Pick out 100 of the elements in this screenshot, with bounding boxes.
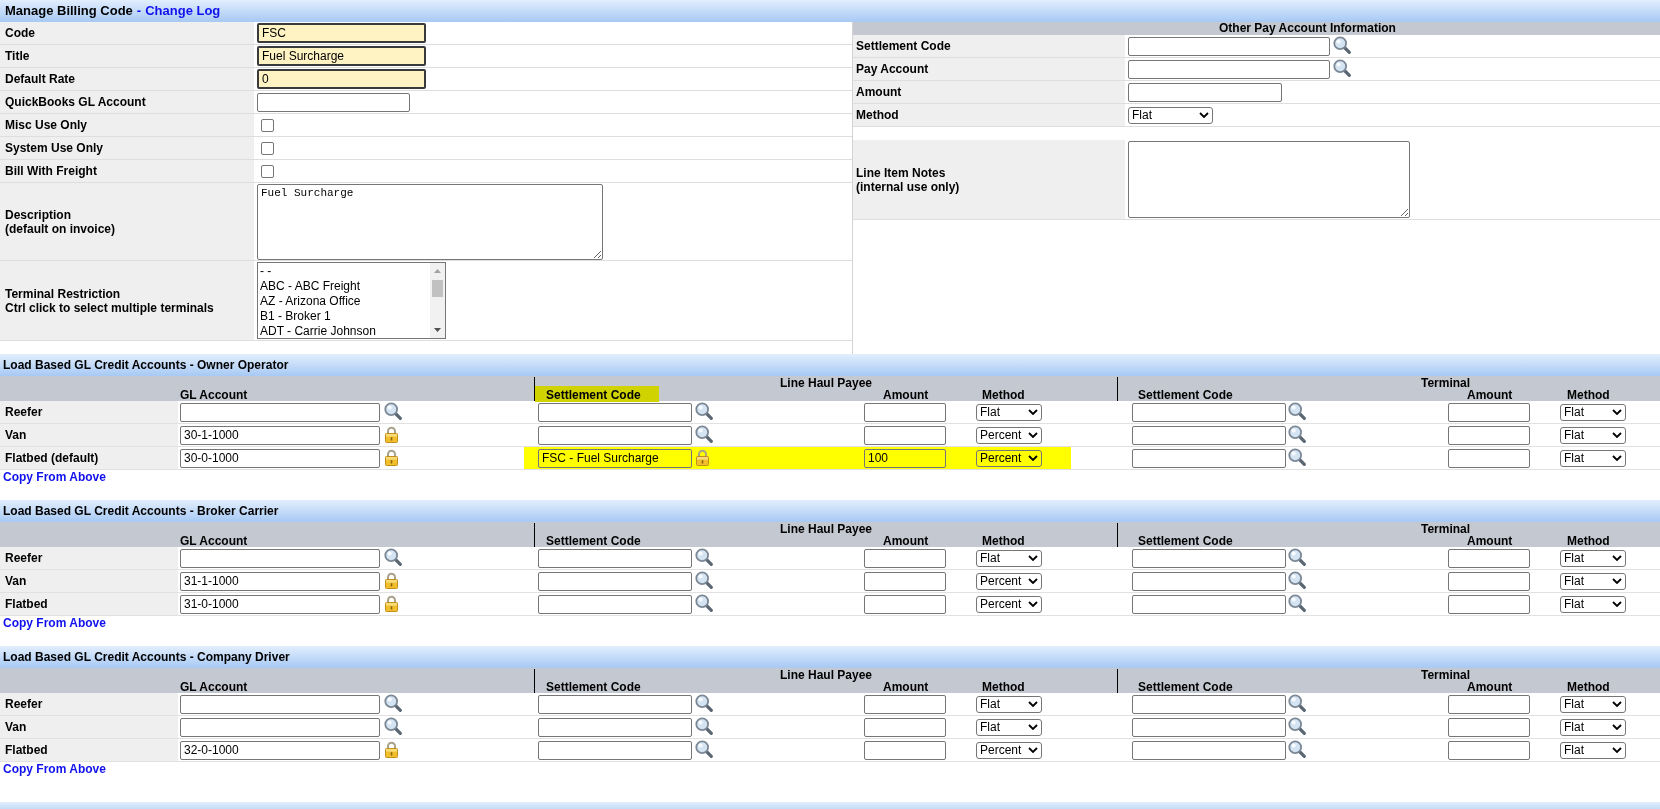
search-icon[interactable] — [695, 717, 713, 735]
text-input[interactable] — [1128, 59, 1330, 79]
text-input[interactable] — [864, 571, 946, 591]
text-input[interactable] — [1132, 571, 1286, 591]
text-input[interactable] — [1448, 694, 1530, 714]
search-icon[interactable] — [1333, 36, 1351, 54]
method-select[interactable]: Percent — [976, 741, 1042, 759]
text-input[interactable] — [180, 402, 380, 422]
search-icon[interactable] — [1288, 694, 1306, 712]
text-input[interactable] — [1132, 548, 1286, 568]
copy-from-above-link[interactable]: Copy From Above — [3, 617, 106, 630]
method-select[interactable]: Flat — [976, 718, 1042, 736]
search-icon[interactable] — [695, 425, 713, 443]
copy-from-above-link[interactable]: Copy From Above — [3, 471, 106, 484]
text-input[interactable] — [1448, 402, 1530, 422]
text-input[interactable] — [1132, 694, 1286, 714]
text-input[interactable] — [864, 402, 946, 422]
text-input[interactable] — [538, 548, 692, 568]
text-input[interactable] — [1132, 717, 1286, 737]
text-input[interactable] — [538, 717, 692, 737]
text-input[interactable]: 30-0-1000 — [180, 448, 380, 468]
text-input[interactable] — [1448, 571, 1530, 591]
scrollbar-thumb[interactable] — [432, 280, 443, 297]
text-input[interactable] — [538, 694, 692, 714]
text-input[interactable] — [538, 425, 692, 445]
method-select[interactable]: Flat — [976, 403, 1042, 421]
search-icon[interactable] — [1288, 548, 1306, 566]
search-icon[interactable] — [1288, 425, 1306, 443]
text-input[interactable] — [538, 571, 692, 591]
search-icon[interactable] — [695, 548, 713, 566]
text-input[interactable] — [180, 717, 380, 737]
text-input[interactable] — [1132, 740, 1286, 760]
text-input[interactable]: Fuel Surcharge — [257, 46, 426, 66]
text-input[interactable]: 0 — [257, 69, 426, 89]
scrollbar[interactable] — [430, 263, 445, 338]
text-input[interactable] — [1128, 82, 1282, 102]
search-icon[interactable] — [1288, 571, 1306, 589]
method-select[interactable]: Flat — [1560, 718, 1626, 736]
method-select[interactable]: Flat — [1128, 106, 1213, 124]
search-icon[interactable] — [1333, 59, 1351, 77]
text-input[interactable] — [1448, 594, 1530, 614]
padlock-icon[interactable] — [384, 426, 399, 443]
search-icon[interactable] — [695, 594, 713, 612]
listbox[interactable]: - - ABC - ABC Freight AZ - Arizona Office B1 - Broker 1 ADT - Carrie Johnson — [257, 262, 446, 339]
textarea-field[interactable] — [1128, 141, 1410, 218]
text-input[interactable]: FSC — [257, 23, 426, 43]
search-icon[interactable] — [384, 548, 402, 566]
text-input[interactable] — [1448, 740, 1530, 760]
method-select[interactable]: Percent — [976, 426, 1042, 444]
text-input[interactable] — [538, 594, 692, 614]
text-input[interactable] — [257, 92, 410, 112]
method-select[interactable]: Flat — [976, 549, 1042, 567]
text-input[interactable] — [1132, 594, 1286, 614]
text-input[interactable] — [864, 548, 946, 568]
search-icon[interactable] — [1288, 717, 1306, 735]
text-input[interactable] — [1448, 425, 1530, 445]
text-input[interactable] — [1448, 548, 1530, 568]
text-input[interactable] — [864, 717, 946, 737]
listbox-option[interactable]: B1 - Broker 1 — [260, 309, 430, 324]
method-select[interactable]: Flat — [1560, 426, 1626, 444]
text-input[interactable] — [1448, 717, 1530, 737]
listbox-option[interactable]: ABC - ABC Freight — [260, 279, 430, 294]
text-input[interactable]: 100 — [864, 448, 946, 468]
text-input[interactable] — [864, 594, 946, 614]
search-icon[interactable] — [695, 402, 713, 420]
method-select[interactable]: Percent — [976, 595, 1042, 613]
text-input[interactable] — [1128, 36, 1330, 56]
scroll-down-arrow-icon[interactable] — [434, 328, 441, 332]
listbox-option[interactable]: - - — [260, 264, 430, 279]
padlock-icon[interactable] — [695, 449, 710, 466]
text-input[interactable] — [864, 740, 946, 760]
text-input[interactable]: 32-0-1000 — [180, 740, 380, 760]
text-input[interactable] — [1448, 448, 1530, 468]
checkbox[interactable] — [261, 164, 274, 178]
search-icon[interactable] — [384, 694, 402, 712]
method-select[interactable]: Flat — [1560, 695, 1626, 713]
search-icon[interactable] — [1288, 594, 1306, 612]
textarea-field[interactable]: Fuel Surcharge — [257, 184, 603, 260]
text-input[interactable] — [180, 694, 380, 714]
search-icon[interactable] — [1288, 448, 1306, 466]
text-input[interactable]: 30-1-1000 — [180, 425, 380, 445]
text-input[interactable] — [864, 694, 946, 714]
search-icon[interactable] — [695, 694, 713, 712]
search-icon[interactable] — [384, 402, 402, 420]
search-icon[interactable] — [695, 571, 713, 589]
search-icon[interactable] — [1288, 740, 1306, 758]
search-icon[interactable] — [1288, 402, 1306, 420]
text-input[interactable] — [1132, 425, 1286, 445]
method-select[interactable]: Flat — [1560, 741, 1626, 759]
copy-from-above-link[interactable]: Copy From Above — [3, 763, 106, 776]
checkbox[interactable] — [261, 141, 274, 155]
text-input[interactable] — [1132, 402, 1286, 422]
text-input[interactable] — [180, 548, 380, 568]
text-input[interactable] — [864, 425, 946, 445]
method-select[interactable]: Flat — [976, 695, 1042, 713]
method-select[interactable]: Flat — [1560, 403, 1626, 421]
method-select[interactable]: Flat — [1560, 595, 1626, 613]
text-input[interactable]: 31-0-1000 — [180, 594, 380, 614]
padlock-icon[interactable] — [384, 741, 399, 758]
text-input[interactable]: 31-1-1000 — [180, 571, 380, 591]
